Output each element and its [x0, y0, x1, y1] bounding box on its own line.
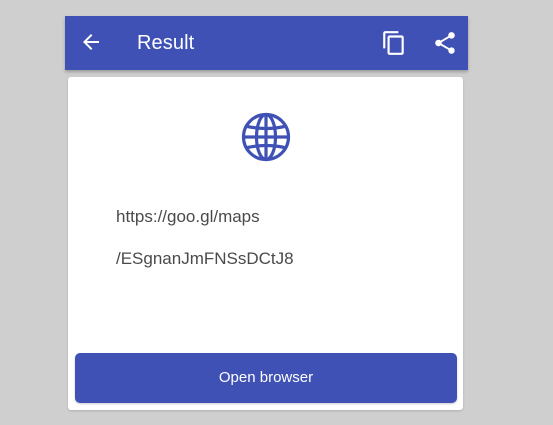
copy-button[interactable] [381, 30, 407, 56]
open-browser-button[interactable]: Open browser [75, 353, 457, 403]
arrow-back-icon [83, 34, 99, 50]
page-title: Result [137, 32, 195, 54]
share-icon [435, 32, 455, 54]
copy-icon [383, 31, 404, 55]
globe-icon [241, 112, 291, 162]
result-url-line-2: /ESgnanJmFNSsDCtJ8 [116, 249, 294, 268]
app-bar: Result [65, 16, 468, 70]
back-button[interactable] [79, 30, 103, 54]
result-type [240, 111, 292, 163]
result-url: https://goo.gl/maps /ESgnanJmFNSsDCtJ8 [116, 185, 416, 269]
share-button[interactable] [432, 30, 458, 56]
result-url-line-1: https://goo.gl/maps [116, 207, 260, 226]
result-card: https://goo.gl/maps /ESgnanJmFNSsDCtJ8 O… [68, 77, 463, 410]
app-window: Result https://goo.gl/maps /ESgnanJmFNSs… [65, 16, 468, 425]
